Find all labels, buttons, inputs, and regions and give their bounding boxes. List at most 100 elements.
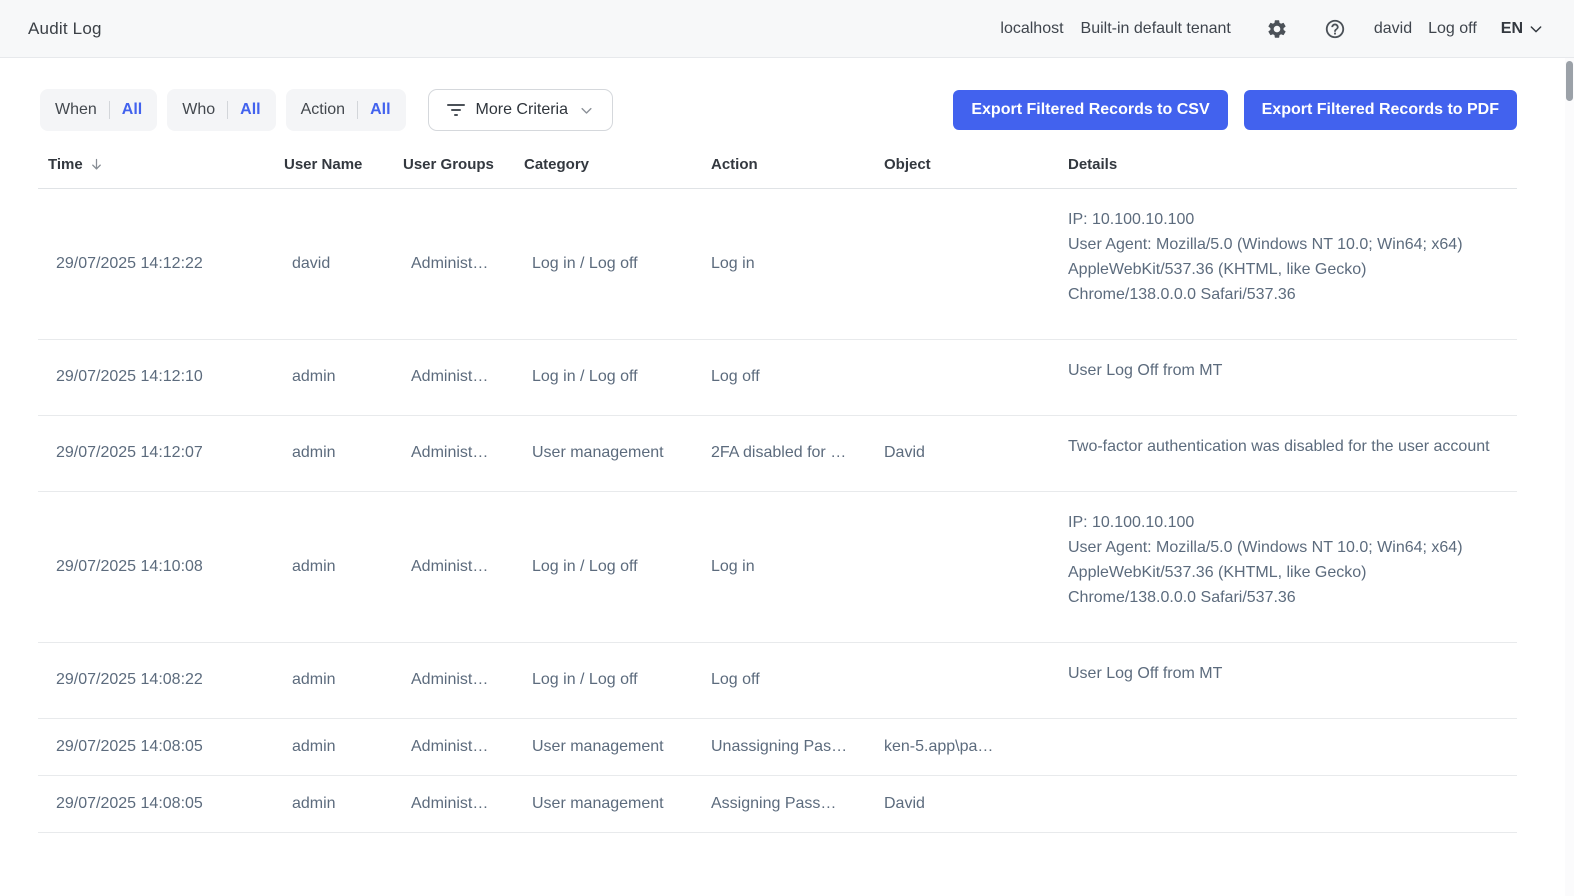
details-line: Chrome/138.0.0.0 Safari/537.36 xyxy=(1068,585,1511,610)
cell-user-name: david xyxy=(274,188,393,339)
sort-descending-icon xyxy=(89,157,104,172)
cell-object: ken-5.app\pa… xyxy=(874,718,1058,775)
more-criteria-button[interactable]: More Criteria xyxy=(428,89,613,131)
audit-table-body: 29/07/2025 14:12:22 david Administ… Log … xyxy=(38,188,1517,832)
language-label: EN xyxy=(1501,20,1523,38)
filter-chip-label: Action xyxy=(301,101,345,119)
cell-action: Log off xyxy=(701,642,874,718)
cell-object xyxy=(874,491,1058,642)
details-line: Two-factor authentication was disabled f… xyxy=(1068,434,1511,459)
details-line: Chrome/138.0.0.0 Safari/537.36 xyxy=(1068,282,1511,307)
chip-divider xyxy=(357,101,358,119)
user-label: david xyxy=(1374,20,1412,38)
cell-time: 29/07/2025 14:08:05 xyxy=(38,718,274,775)
cell-user-name: admin xyxy=(274,491,393,642)
vertical-scrollbar[interactable] xyxy=(1565,58,1574,896)
cell-action: Unassigning Pas… xyxy=(701,718,874,775)
chip-divider xyxy=(109,101,110,119)
app-header: Audit Log localhost Built-in default ten… xyxy=(0,0,1574,58)
filter-chip-when[interactable]: When All xyxy=(40,89,157,131)
filter-chip-action[interactable]: Action All xyxy=(286,89,406,131)
column-header-details[interactable]: Details xyxy=(1058,142,1517,188)
table-row: 29/07/2025 14:08:05 admin Administ… User… xyxy=(38,775,1517,832)
column-header-user-groups[interactable]: User Groups xyxy=(393,142,514,188)
cell-time: 29/07/2025 14:12:22 xyxy=(38,188,274,339)
host-label: localhost xyxy=(1000,20,1063,38)
filter-chip-value: All xyxy=(122,101,142,119)
cell-user-name: admin xyxy=(274,642,393,718)
cell-user-groups: Administ… xyxy=(393,339,514,415)
cell-object xyxy=(874,642,1058,718)
cell-user-name: admin xyxy=(274,775,393,832)
export-csv-button[interactable]: Export Filtered Records to CSV xyxy=(953,90,1227,130)
cell-user-name: admin xyxy=(274,718,393,775)
cell-user-name: admin xyxy=(274,339,393,415)
cell-category: Log in / Log off xyxy=(514,491,701,642)
cell-user-groups: Administ… xyxy=(393,642,514,718)
audit-log-table: Time User Name User Groups Category Acti… xyxy=(38,142,1517,833)
table-header: Time User Name User Groups Category Acti… xyxy=(38,142,1517,188)
cell-action: 2FA disabled for … xyxy=(701,415,874,491)
cell-user-groups: Administ… xyxy=(393,415,514,491)
column-header-category[interactable]: Category xyxy=(514,142,701,188)
cell-user-groups: Administ… xyxy=(393,491,514,642)
filter-chip-label: When xyxy=(55,101,97,119)
details-line: AppleWebKit/537.36 (KHTML, like Gecko) xyxy=(1068,257,1511,282)
cell-user-groups: Administ… xyxy=(393,188,514,339)
language-selector[interactable]: EN xyxy=(1501,20,1544,38)
filter-chip-label: Who xyxy=(182,101,215,119)
cell-object: David xyxy=(874,415,1058,491)
filter-chip-who[interactable]: Who All xyxy=(167,89,275,131)
tenant-label: Built-in default tenant xyxy=(1081,20,1231,38)
cell-details: Two-factor authentication was disabled f… xyxy=(1058,415,1517,491)
cell-details: IP: 10.100.10.100User Agent: Mozilla/5.0… xyxy=(1058,491,1517,642)
cell-time: 29/07/2025 14:08:22 xyxy=(38,642,274,718)
help-icon[interactable] xyxy=(1322,16,1348,42)
table-row: 29/07/2025 14:08:05 admin Administ… User… xyxy=(38,718,1517,775)
cell-time: 29/07/2025 14:10:08 xyxy=(38,491,274,642)
filter-chip-value: All xyxy=(370,101,390,119)
cell-details: User Log Off from MT xyxy=(1058,339,1517,415)
cell-time: 29/07/2025 14:08:05 xyxy=(38,775,274,832)
export-pdf-button[interactable]: Export Filtered Records to PDF xyxy=(1244,90,1517,130)
cell-action: Log in xyxy=(701,491,874,642)
scrollbar-thumb[interactable] xyxy=(1566,61,1573,101)
cell-action: Log in xyxy=(701,188,874,339)
cell-details: User Log Off from MT xyxy=(1058,642,1517,718)
column-header-label: Time xyxy=(48,156,83,173)
cell-category: Log in / Log off xyxy=(514,642,701,718)
column-header-object[interactable]: Object xyxy=(874,142,1058,188)
filter-lines-icon xyxy=(447,103,465,117)
cell-action: Log off xyxy=(701,339,874,415)
cell-user-name: admin xyxy=(274,415,393,491)
cell-object xyxy=(874,339,1058,415)
logoff-button[interactable]: Log off xyxy=(1428,20,1477,38)
table-row: 29/07/2025 14:12:10 admin Administ… Log … xyxy=(38,339,1517,415)
details-line: User Agent: Mozilla/5.0 (Windows NT 10.0… xyxy=(1068,232,1511,257)
chip-divider xyxy=(227,101,228,119)
table-row: 29/07/2025 14:10:08 admin Administ… Log … xyxy=(38,491,1517,642)
table-row: 29/07/2025 14:12:22 david Administ… Log … xyxy=(38,188,1517,339)
cell-details: IP: 10.100.10.100User Agent: Mozilla/5.0… xyxy=(1058,188,1517,339)
filter-chip-value: All xyxy=(240,101,260,119)
cell-category: Log in / Log off xyxy=(514,339,701,415)
column-header-action[interactable]: Action xyxy=(701,142,874,188)
app-header-actions: localhost Built-in default tenant david … xyxy=(1000,16,1544,42)
cell-time: 29/07/2025 14:12:10 xyxy=(38,339,274,415)
details-line: AppleWebKit/537.36 (KHTML, like Gecko) xyxy=(1068,560,1511,585)
column-header-time[interactable]: Time xyxy=(38,142,274,188)
column-header-user-name[interactable]: User Name xyxy=(274,142,393,188)
cell-time: 29/07/2025 14:12:07 xyxy=(38,415,274,491)
table-row: 29/07/2025 14:12:07 admin Administ… User… xyxy=(38,415,1517,491)
filter-toolbar: When All Who All Action All More Criteri… xyxy=(40,89,1517,131)
cell-action: Assigning Pass… xyxy=(701,775,874,832)
details-line: User Log Off from MT xyxy=(1068,358,1511,383)
table-row: 29/07/2025 14:08:22 admin Administ… Log … xyxy=(38,642,1517,718)
cell-object xyxy=(874,188,1058,339)
settings-icon[interactable] xyxy=(1264,16,1290,42)
chevron-down-icon xyxy=(579,103,594,118)
details-line: User Agent: Mozilla/5.0 (Windows NT 10.0… xyxy=(1068,535,1511,560)
chevron-down-icon xyxy=(1528,21,1544,37)
cell-object: David xyxy=(874,775,1058,832)
page-title: Audit Log xyxy=(28,19,102,39)
